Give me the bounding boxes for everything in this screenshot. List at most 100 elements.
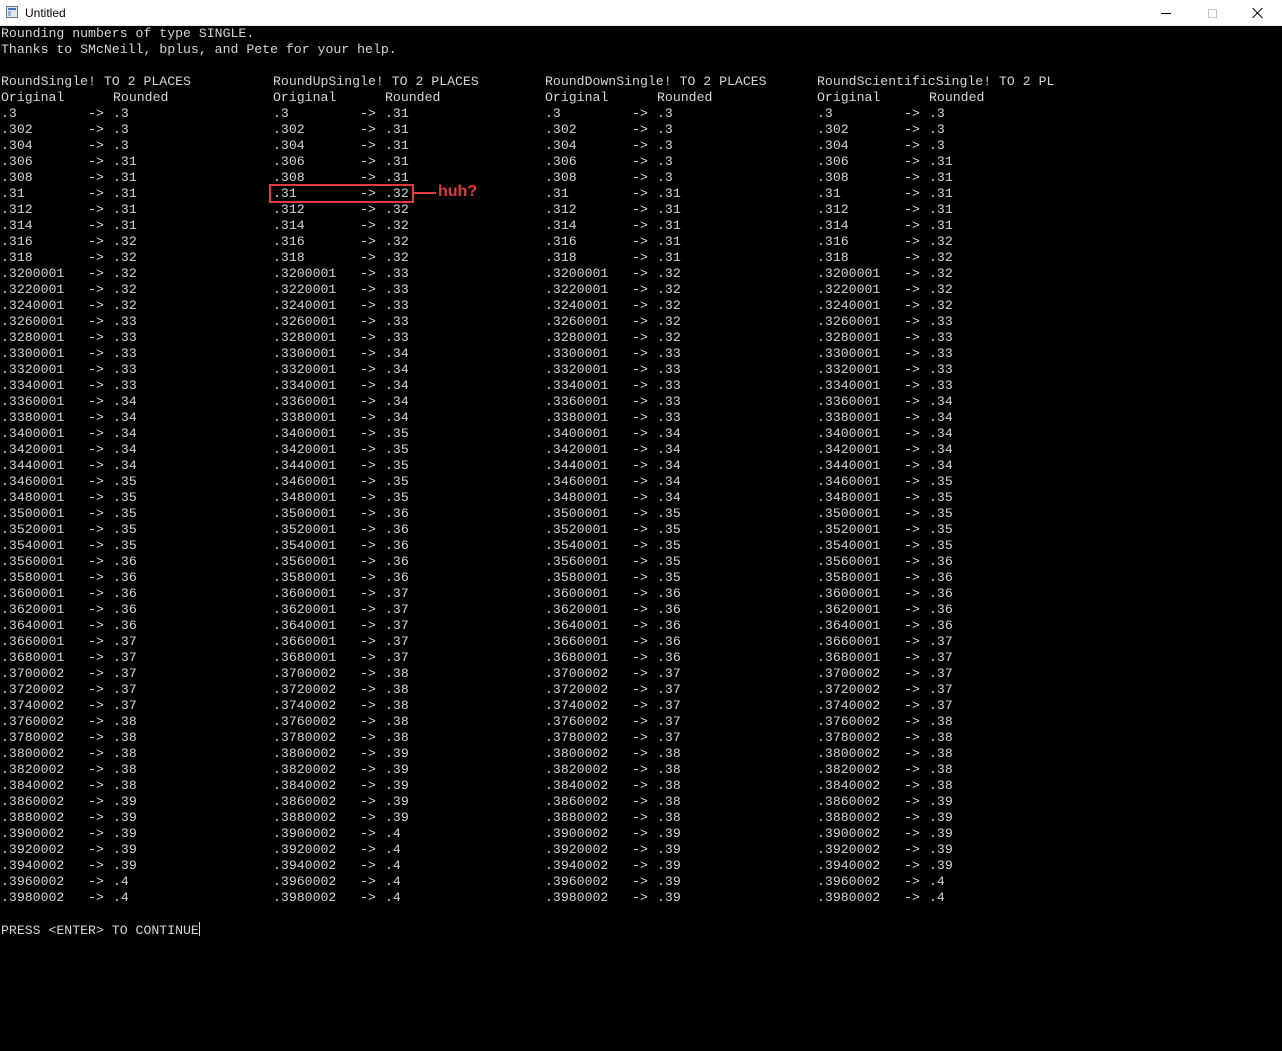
rounded-value: .31 — [657, 250, 681, 265]
rounded-value: .39 — [657, 874, 681, 889]
original-value: .3360001 — [545, 394, 609, 409]
original-value: .3380001 — [817, 410, 881, 425]
original-value: .31 — [1, 186, 25, 201]
arrow: -> — [360, 698, 376, 713]
rounded-value: .38 — [929, 746, 953, 761]
original-value: .3580001 — [817, 570, 881, 585]
original-value: .3740002 — [1, 698, 65, 713]
rounded-value: .4 — [113, 890, 129, 905]
rounded-value: .37 — [385, 650, 409, 665]
rounded-value: .36 — [929, 586, 953, 601]
rounded-value: .38 — [657, 810, 681, 825]
arrow: -> — [904, 522, 920, 537]
original-value: .3580001 — [273, 570, 337, 585]
original-value: .3880002 — [1, 810, 65, 825]
original-value: .3540001 — [1, 538, 65, 553]
rounded-value: .39 — [385, 762, 409, 777]
arrow: -> — [632, 122, 648, 137]
title-bar[interactable]: Untitled — [0, 0, 1282, 26]
rounded-value: .3 — [113, 122, 129, 137]
maximize-button[interactable] — [1189, 0, 1235, 26]
arrow: -> — [904, 426, 920, 441]
arrow: -> — [360, 234, 376, 249]
rounded-value: .39 — [113, 858, 137, 873]
rounded-value: .34 — [113, 442, 137, 457]
rounded-value: .32 — [929, 282, 953, 297]
rounded-value: .38 — [657, 762, 681, 777]
original-value: .306 — [817, 154, 849, 169]
original-value: .3620001 — [817, 602, 881, 617]
arrow: -> — [904, 410, 920, 425]
rounded-value: .31 — [929, 218, 953, 233]
arrow: -> — [360, 250, 376, 265]
arrow: -> — [360, 858, 376, 873]
rounded-label: Rounded — [657, 90, 713, 105]
rounded-value: .4 — [113, 874, 129, 889]
maximize-icon — [1207, 8, 1217, 18]
close-button[interactable] — [1235, 0, 1281, 26]
original-value: .3440001 — [273, 458, 337, 473]
original-value: .3760002 — [1, 714, 65, 729]
arrow: -> — [904, 458, 920, 473]
rounded-value: .32 — [113, 234, 137, 249]
rounded-value: .4 — [385, 858, 401, 873]
original-value: .3340001 — [273, 378, 337, 393]
original-value: .3340001 — [817, 378, 881, 393]
arrow: -> — [904, 570, 920, 585]
rounded-value: .38 — [385, 714, 409, 729]
rounded-value: .3 — [113, 138, 129, 153]
rounded-value: .33 — [657, 362, 681, 377]
close-icon — [1252, 7, 1264, 19]
rounded-value: .36 — [113, 554, 137, 569]
rounded-value: .35 — [929, 522, 953, 537]
arrow: -> — [632, 650, 648, 665]
original-value: .3640001 — [545, 618, 609, 633]
rounded-value: .32 — [657, 266, 681, 281]
console-output[interactable]: Rounding numbers of type SINGLE. Thanks … — [0, 26, 1282, 1051]
rounded-value: .4 — [385, 874, 401, 889]
rounded-value: .34 — [113, 426, 137, 441]
original-value: .3760002 — [545, 714, 609, 729]
rounded-value: .33 — [113, 314, 137, 329]
arrow: -> — [632, 314, 648, 329]
arrow: -> — [360, 762, 376, 777]
rounded-value: .36 — [657, 586, 681, 601]
arrow: -> — [88, 890, 104, 905]
arrow: -> — [360, 186, 376, 201]
original-value: .3820002 — [817, 762, 881, 777]
minimize-button[interactable] — [1143, 0, 1189, 26]
original-value: .3460001 — [1, 474, 65, 489]
original-value: .3940002 — [545, 858, 609, 873]
arrow: -> — [360, 634, 376, 649]
arrow: -> — [904, 746, 920, 761]
column-header: RoundUpSingle! TO 2 PLACES — [273, 74, 479, 89]
original-value: .3400001 — [545, 426, 609, 441]
arrow: -> — [88, 170, 104, 185]
continue-prompt: PRESS <ENTER> TO CONTINUE — [1, 922, 200, 939]
rounded-value: .36 — [113, 618, 137, 633]
arrow: -> — [88, 266, 104, 281]
original-value: .3800002 — [817, 746, 881, 761]
original-value: .3580001 — [1, 570, 65, 585]
arrow: -> — [904, 490, 920, 505]
arrow: -> — [360, 506, 376, 521]
arrow: -> — [632, 666, 648, 681]
rounded-value: .32 — [385, 218, 409, 233]
arrow: -> — [360, 810, 376, 825]
arrow: -> — [904, 634, 920, 649]
rounded-value: .32 — [929, 298, 953, 313]
rounded-value: .33 — [113, 346, 137, 361]
rounded-value: .35 — [929, 538, 953, 553]
arrow: -> — [360, 442, 376, 457]
original-value: .306 — [1, 154, 33, 169]
original-value: .3440001 — [1, 458, 65, 473]
arrow: -> — [360, 282, 376, 297]
rounded-value: .38 — [657, 794, 681, 809]
original-value: .3200001 — [1, 266, 65, 281]
original-value: .3220001 — [273, 282, 337, 297]
original-value: .314 — [1, 218, 33, 233]
rounded-value: .39 — [657, 858, 681, 873]
arrow: -> — [632, 490, 648, 505]
original-value: .3260001 — [273, 314, 337, 329]
rounded-value: .38 — [929, 778, 953, 793]
